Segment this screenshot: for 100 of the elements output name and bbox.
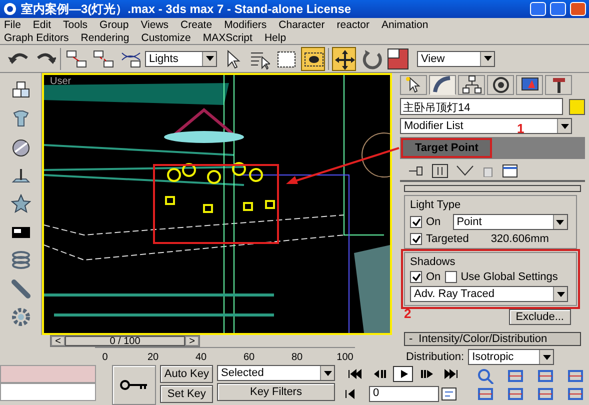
- checkbox-label: On: [426, 216, 441, 228]
- auto-key-button[interactable]: Auto Key: [160, 365, 213, 383]
- shadow-type-dropdown[interactable]: Adv. Ray Traced: [410, 286, 568, 302]
- gear-icon[interactable]: [10, 306, 30, 327]
- tick-label: 100: [336, 352, 354, 363]
- annotation-number: 2: [404, 306, 412, 321]
- set-key-button[interactable]: Set Key: [160, 385, 213, 403]
- menu-item[interactable]: Character: [278, 18, 325, 30]
- zoom-icon[interactable]: [477, 368, 495, 384]
- toolbar-button[interactable]: [332, 46, 356, 70]
- stack-item[interactable]: Target Point: [403, 140, 490, 156]
- fork-icon[interactable]: [456, 165, 474, 178]
- distribution-dropdown[interactable]: Isotropic: [468, 349, 554, 365]
- previous-frame-button[interactable]: <: [51, 336, 65, 346]
- unlink-icon: [92, 48, 114, 70]
- checkbox-label: Use Global Settings: [460, 271, 558, 283]
- dropdown-arrow-icon: [206, 56, 214, 61]
- close-button[interactable]: [570, 2, 586, 16]
- rollout-header[interactable]: - Intensity/Color/Distribution: [404, 332, 581, 346]
- skip-icon: [420, 368, 434, 380]
- menu-item[interactable]: reactor: [336, 18, 370, 30]
- toolbar-button[interactable]: [386, 46, 410, 70]
- menu-item[interactable]: Group: [100, 18, 129, 30]
- menu-item[interactable]: MAXScript: [202, 32, 252, 44]
- viewport-label: User: [50, 76, 72, 87]
- dropdown-arrow-icon: [484, 56, 492, 61]
- star-icon[interactable]: [10, 194, 30, 214]
- skip-icon: [444, 368, 458, 380]
- object-name-field[interactable]: 主卧吊顶灯14: [400, 98, 563, 115]
- key-filter-dropdown[interactable]: Selected: [217, 365, 335, 381]
- time-config-icon[interactable]: [441, 387, 457, 401]
- tick-label: 20: [146, 352, 160, 363]
- shirt-icon[interactable]: [10, 109, 30, 130]
- menu-item[interactable]: Create: [180, 18, 212, 30]
- show-end-result-icon[interactable]: [432, 164, 448, 178]
- dropdown-arrow-icon: [556, 292, 564, 296]
- wheel-icon: [490, 75, 510, 95]
- app-logo-icon: [3, 2, 17, 16]
- exclude-button[interactable]: Exclude...: [508, 309, 571, 325]
- coordinate-system-dropdown[interactable]: View: [417, 50, 495, 66]
- tick-label: 40: [194, 352, 208, 363]
- curve-icon: [432, 75, 452, 95]
- key-icon: [120, 380, 148, 390]
- viewport[interactable]: User: [42, 73, 392, 335]
- checkbox[interactable]: [410, 271, 422, 283]
- rings-icon[interactable]: [10, 250, 30, 270]
- menu-item[interactable]: Edit: [32, 18, 52, 30]
- link-icon: [65, 48, 87, 70]
- rollout-bar[interactable]: [404, 185, 581, 192]
- playback-button[interactable]: [393, 366, 413, 382]
- panel-tab[interactable]: [516, 75, 543, 95]
- toolbar-button[interactable]: [301, 46, 325, 70]
- move-icon: [333, 48, 355, 70]
- next-frame-button[interactable]: >: [185, 336, 199, 346]
- menu-item[interactable]: File: [4, 18, 21, 30]
- tick-label: 80: [290, 352, 304, 363]
- panel-tab[interactable]: [458, 75, 485, 95]
- dropdown-arrow-icon: [560, 124, 568, 128]
- skip-icon: [372, 368, 386, 380]
- menu-item[interactable]: Graph Editors: [4, 32, 69, 44]
- menu-item[interactable]: Modifiers: [224, 18, 267, 30]
- configure-icon[interactable]: [502, 164, 518, 178]
- hierarchy-icon: [462, 75, 482, 95]
- panel-tab[interactable]: [545, 75, 572, 95]
- menu-item[interactable]: Views: [140, 18, 169, 30]
- light-type-dropdown[interactable]: Point: [452, 214, 568, 230]
- key-filters-button[interactable]: Key Filters: [217, 383, 335, 401]
- dropdown-arrow-icon: [556, 220, 564, 224]
- dropdown-arrow-icon: [324, 370, 332, 376]
- current-frame-field[interactable]: 0: [369, 386, 439, 402]
- dropdown-arrow-icon: [542, 354, 551, 360]
- pin-stack-icon[interactable]: [408, 165, 424, 178]
- menu-item[interactable]: Rendering: [80, 32, 130, 44]
- object-color-swatch[interactable]: [569, 98, 585, 114]
- set-key-button[interactable]: [112, 365, 156, 405]
- field-label: Distribution:: [406, 351, 464, 363]
- minimize-button[interactable]: [530, 2, 546, 16]
- check-icon: [412, 273, 420, 281]
- panel-tab[interactable]: [400, 75, 427, 95]
- maximize-button[interactable]: [550, 2, 566, 16]
- checkbox[interactable]: [444, 271, 457, 283]
- menu-item[interactable]: Customize: [141, 32, 191, 44]
- distance-value: 320.606mm: [490, 233, 549, 245]
- tick-label: 0: [101, 352, 109, 363]
- skip-icon: [348, 368, 362, 380]
- panel-tab[interactable]: [429, 75, 456, 95]
- checkbox[interactable]: [410, 233, 422, 245]
- menu-item[interactable]: Animation: [381, 18, 428, 30]
- menu-item[interactable]: Tools: [63, 18, 88, 30]
- menu-item[interactable]: Help: [264, 32, 286, 44]
- tick-label: 60: [242, 352, 256, 363]
- selection-filter-dropdown[interactable]: Lights: [145, 50, 217, 66]
- sphere-icon[interactable]: [10, 138, 30, 158]
- time-slider-thumb[interactable]: 0 / 100: [65, 336, 185, 346]
- wrench-icon[interactable]: [10, 278, 30, 299]
- checkbox[interactable]: [410, 216, 422, 228]
- rotate-icon: [360, 48, 382, 70]
- panel-tab[interactable]: [487, 75, 514, 95]
- prompt-field[interactable]: [0, 383, 96, 401]
- group-title: Shadows: [410, 256, 456, 268]
